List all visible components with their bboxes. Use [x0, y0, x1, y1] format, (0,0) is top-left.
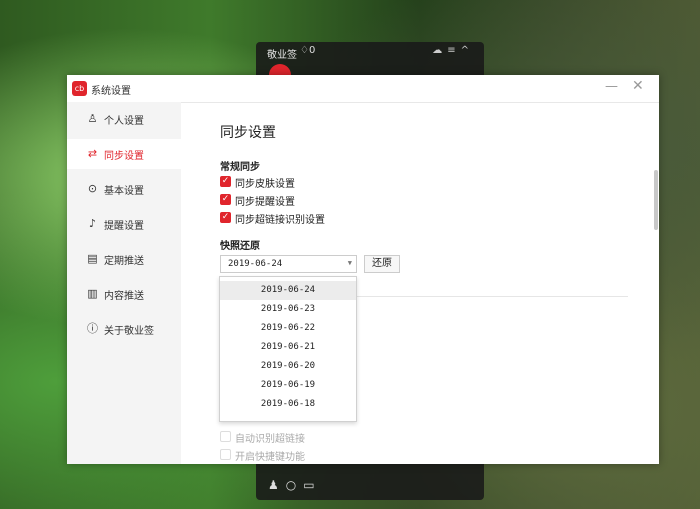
option-label: 同步提醒设置 [235, 197, 295, 208]
settings-icon: ⊙ [87, 182, 98, 195]
person-icon: ♙ [87, 112, 98, 125]
checkbox-checked[interactable]: ✓ [220, 176, 231, 187]
calendar-icon: ▤ [87, 252, 98, 265]
sidebar-item-sync[interactable]: ⇄ 同步设置 [67, 139, 181, 169]
sidebar-item-label: 定期推送 [104, 256, 144, 267]
search-icon[interactable]: ○ [286, 478, 303, 492]
content-icon: ▥ [87, 287, 98, 300]
date-option[interactable]: 2019-06-19 [220, 376, 356, 395]
date-option[interactable]: 2019-06-24 [220, 281, 356, 300]
checkbox-checked[interactable]: ✓ [220, 212, 231, 223]
sidebar-item-label: 同步设置 [104, 151, 144, 162]
sidebar-item-content-push[interactable]: ▥ 内容推送 [67, 279, 181, 309]
widget-bottom-toolbar: ♟○▭ [268, 478, 322, 492]
menu-icon[interactable]: ≡ [447, 45, 460, 56]
date-dropdown-list: 2019-06-24 2019-06-23 2019-06-22 2019-06… [219, 276, 357, 422]
bell-icon[interactable]: ♢0 [300, 45, 315, 56]
date-option[interactable]: 2019-06-23 [220, 300, 356, 319]
checkbox-unchecked[interactable] [220, 431, 231, 442]
window-title: 系统设置 [91, 86, 131, 97]
page-title: 同步设置 [220, 125, 276, 141]
minimize-button[interactable]: — [605, 79, 618, 94]
option-label: 同步皮肤设置 [235, 179, 295, 190]
bell-count: 0 [308, 45, 316, 56]
widget-title: 敬业签 [267, 50, 297, 61]
sidebar-item-reminder[interactable]: ♪ 提醒设置 [67, 209, 181, 239]
info-icon: ⓘ [87, 322, 98, 335]
sidebar-item-label: 提醒设置 [104, 221, 144, 232]
close-button[interactable]: ✕ [632, 78, 644, 94]
checkbox-unchecked[interactable] [220, 449, 231, 460]
note-icon[interactable]: ▭ [303, 478, 321, 492]
chevron-down-icon: ▼ [347, 259, 352, 267]
sidebar-item-label: 关于敬业签 [104, 326, 154, 337]
option-label: 开启快捷键功能 [235, 452, 305, 463]
option-label: 自动识别超链接 [235, 434, 305, 445]
bell-icon: ♪ [88, 217, 97, 230]
section-title-snapshot: 快照还原 [220, 241, 260, 252]
date-option[interactable]: 2019-06-22 [220, 319, 356, 338]
date-option[interactable]: 2019-06-18 [220, 395, 356, 414]
scrollbar[interactable] [654, 170, 658, 230]
cloud-icon[interactable]: ☁ [432, 45, 447, 56]
checkbox-checked[interactable]: ✓ [220, 194, 231, 205]
sidebar-item-label: 个人设置 [104, 116, 144, 127]
option-label: 同步超链接识别设置 [235, 215, 325, 226]
sidebar-item-about[interactable]: ⓘ 关于敬业签 [67, 314, 181, 344]
selected-date: 2019-06-24 [228, 259, 283, 269]
sidebar-item-personal[interactable]: ♙ 个人设置 [67, 104, 181, 134]
date-option[interactable]: 2019-06-20 [220, 357, 356, 376]
sidebar-item-scheduled-push[interactable]: ▤ 定期推送 [67, 244, 181, 274]
snapshot-date-select[interactable]: 2019-06-24 ▼ [220, 255, 357, 273]
sync-icon: ⇄ [87, 147, 98, 160]
title-bar: cb 系统设置 — ✕ [67, 75, 659, 103]
sidebar-item-basic[interactable]: ⊙ 基本设置 [67, 174, 181, 204]
sidebar-item-label: 内容推送 [104, 291, 144, 302]
settings-window: cb 系统设置 — ✕ ♙ 个人设置 ⇄ 同步设置 ⊙ 基本设置 ♪ 提醒设置 … [67, 75, 659, 464]
restore-button[interactable]: 还原 [364, 255, 400, 273]
users-icon[interactable]: ♟ [268, 478, 286, 492]
widget-toolbar: ☁≡^ [432, 45, 474, 56]
app-logo-icon: cb [72, 81, 87, 96]
sidebar-item-label: 基本设置 [104, 186, 144, 197]
date-option[interactable]: 2019-06-21 [220, 338, 356, 357]
sidebar: ♙ 个人设置 ⇄ 同步设置 ⊙ 基本设置 ♪ 提醒设置 ▤ 定期推送 ▥ 内容推… [67, 102, 181, 464]
collapse-icon[interactable]: ^ [461, 45, 474, 56]
section-title-general-sync: 常规同步 [220, 162, 260, 173]
